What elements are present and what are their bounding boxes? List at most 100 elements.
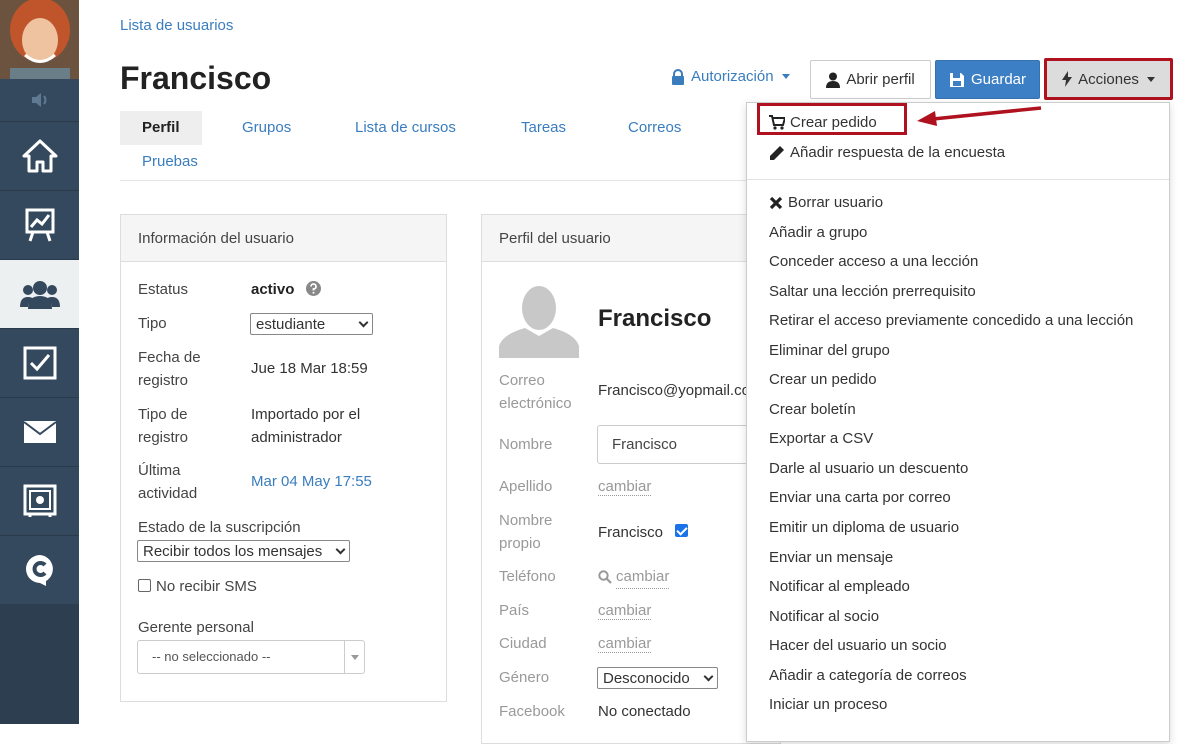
safe-icon xyxy=(23,484,56,517)
gender-select[interactable]: Desconocido xyxy=(597,667,718,689)
home-icon xyxy=(22,139,57,173)
reg-date-label-1: Fecha de xyxy=(138,349,201,366)
save-label: Guardar xyxy=(970,71,1027,88)
user-info-heading: Información del usuario xyxy=(121,215,446,262)
help-icon[interactable] xyxy=(306,281,321,300)
tab-profile[interactable]: Perfil xyxy=(120,111,202,145)
tab-tests[interactable]: Pruebas xyxy=(142,145,198,179)
manager-label: Gerente personal xyxy=(138,619,254,636)
authorization-dropdown[interactable]: Autorización xyxy=(671,68,790,85)
tab-courses[interactable]: Lista de cursos xyxy=(355,111,456,145)
sidebar-item-mail[interactable] xyxy=(0,397,79,466)
menu-item-create-an-order[interactable]: Crear un pedido xyxy=(769,371,877,388)
open-profile-button[interactable]: Abrir perfil xyxy=(810,60,931,99)
subscription-label: Estado de la suscripción xyxy=(138,519,301,536)
country-change-link[interactable]: cambiar xyxy=(598,602,652,620)
menu-item-add-survey-answer[interactable]: Añadir respuesta de la encuesta xyxy=(769,144,1005,161)
manager-select[interactable]: -- no seleccionado -- xyxy=(137,640,365,674)
first-name-input-value: Francisco xyxy=(612,436,678,453)
menu-item-add-mail-category[interactable]: Añadir a categoría de correos xyxy=(769,667,967,684)
caret-down-icon xyxy=(351,655,359,660)
tabs-divider xyxy=(120,180,760,181)
floppy-icon xyxy=(949,72,964,87)
gender-label: Género xyxy=(499,669,550,686)
user-profile-heading: Perfil del usuario xyxy=(482,215,780,262)
manager-select-value: -- no seleccionado -- xyxy=(152,649,271,664)
menu-item-notify-employee[interactable]: Notificar al empleado xyxy=(769,578,910,595)
last-activity-value[interactable]: Mar 04 May 17:55 xyxy=(251,470,372,493)
type-label: Tipo xyxy=(138,315,167,332)
facebook-label: Facebook xyxy=(499,703,565,720)
authorization-label: Autorización xyxy=(691,68,774,85)
search-icon xyxy=(598,570,612,584)
open-profile-label: Abrir perfil xyxy=(846,71,915,88)
sidebar-item-statistics[interactable] xyxy=(0,190,79,259)
sound-toggle[interactable] xyxy=(0,79,79,121)
menu-item-export-csv[interactable]: Exportar a CSV xyxy=(769,430,873,447)
sidebar-bottom xyxy=(0,604,79,724)
own-name-checkbox[interactable] xyxy=(675,524,688,537)
bolt-icon xyxy=(1062,71,1073,87)
lock-icon xyxy=(672,68,684,85)
users-icon xyxy=(19,281,60,309)
profile-photo-placeholder xyxy=(499,282,579,362)
avatar-photo xyxy=(0,0,79,79)
menu-item-start-process[interactable]: Iniciar un proceso xyxy=(769,696,887,713)
own-name-value: Francisco xyxy=(598,524,664,541)
type-select[interactable]: estudiante xyxy=(250,313,373,335)
phone-change-link[interactable]: cambiar xyxy=(616,565,670,589)
subscription-select-value: Recibir todos los mensajes xyxy=(143,542,323,560)
chevron-down-icon xyxy=(703,671,714,681)
last-name-change-link[interactable]: cambiar xyxy=(598,478,652,496)
chart-easel-icon xyxy=(25,208,54,242)
subscription-select[interactable]: Recibir todos los mensajes xyxy=(137,540,350,562)
reg-date-value: Jue 18 Mar 18:59 xyxy=(251,360,368,377)
tab-emails[interactable]: Correos xyxy=(628,111,681,145)
sidebar-item-chat[interactable] xyxy=(0,535,79,604)
last-activity-label-1: Última xyxy=(138,462,181,479)
sidebar-item-home[interactable] xyxy=(0,121,79,190)
avatar[interactable] xyxy=(0,0,79,79)
breadcrumb[interactable]: Lista de usuarios xyxy=(120,17,233,34)
status-value: activo xyxy=(251,281,295,298)
city-change-link[interactable]: cambiar xyxy=(598,635,652,653)
menu-item-notify-partner[interactable]: Notificar al socio xyxy=(769,608,879,625)
phone-label: Teléfono xyxy=(499,568,556,585)
actions-button[interactable]: Acciones xyxy=(1044,58,1173,100)
menu-item-create-newsletter[interactable]: Crear boletín xyxy=(769,401,856,418)
manager-select-arrow xyxy=(344,641,364,673)
sidebar-item-safe[interactable] xyxy=(0,466,79,535)
first-name-input[interactable]: Francisco xyxy=(597,425,757,464)
close-icon xyxy=(769,196,783,209)
tab-tasks[interactable]: Tareas xyxy=(521,111,566,145)
profile-name: Francisco xyxy=(598,305,712,332)
city-label: Ciudad xyxy=(499,635,547,652)
menu-item-skip-prerequisite[interactable]: Saltar una lección prerrequisito xyxy=(769,283,976,300)
actions-dropdown-menu: Crear pedido Añadir respuesta de la encu… xyxy=(746,102,1170,742)
chevron-down-icon xyxy=(358,317,369,327)
menu-item-delete-user[interactable]: Borrar usuario xyxy=(769,194,883,211)
menu-item-revoke-lesson-access[interactable]: Retirar el acceso previamente concedido … xyxy=(769,312,1133,329)
caret-down-icon xyxy=(1146,76,1155,82)
highlight-box xyxy=(757,103,907,135)
save-button[interactable]: Guardar xyxy=(935,60,1040,99)
menu-item-send-message[interactable]: Enviar un mensaje xyxy=(769,549,893,566)
menu-item-make-partner[interactable]: Hacer del usuario un socio xyxy=(769,637,947,654)
menu-item-label: Borrar usuario xyxy=(788,194,884,211)
last-activity-label-2: actividad xyxy=(138,485,198,502)
speaker-icon xyxy=(31,93,46,107)
menu-item-issue-diploma[interactable]: Emitir un diploma de usuario xyxy=(769,519,959,536)
menu-item-grant-lesson-access[interactable]: Conceder acceso a una lección xyxy=(769,253,978,270)
sidebar-item-tasks[interactable] xyxy=(0,328,79,397)
user-silhouette-icon xyxy=(499,286,579,358)
menu-item-remove-from-group[interactable]: Eliminar del grupo xyxy=(769,342,890,359)
sidebar-item-users[interactable] xyxy=(0,259,79,328)
menu-item-add-to-group[interactable]: Añadir a grupo xyxy=(769,224,867,241)
last-name-label: Apellido xyxy=(499,478,553,495)
menu-item-give-discount[interactable]: Darle al usuario un descuento xyxy=(769,460,968,477)
no-sms-checkbox[interactable] xyxy=(138,579,151,592)
reg-date-label-2: registro xyxy=(138,372,189,389)
tab-groups[interactable]: Grupos xyxy=(242,111,291,145)
user-icon xyxy=(826,72,841,88)
menu-item-send-letter[interactable]: Enviar una carta por correo xyxy=(769,489,951,506)
